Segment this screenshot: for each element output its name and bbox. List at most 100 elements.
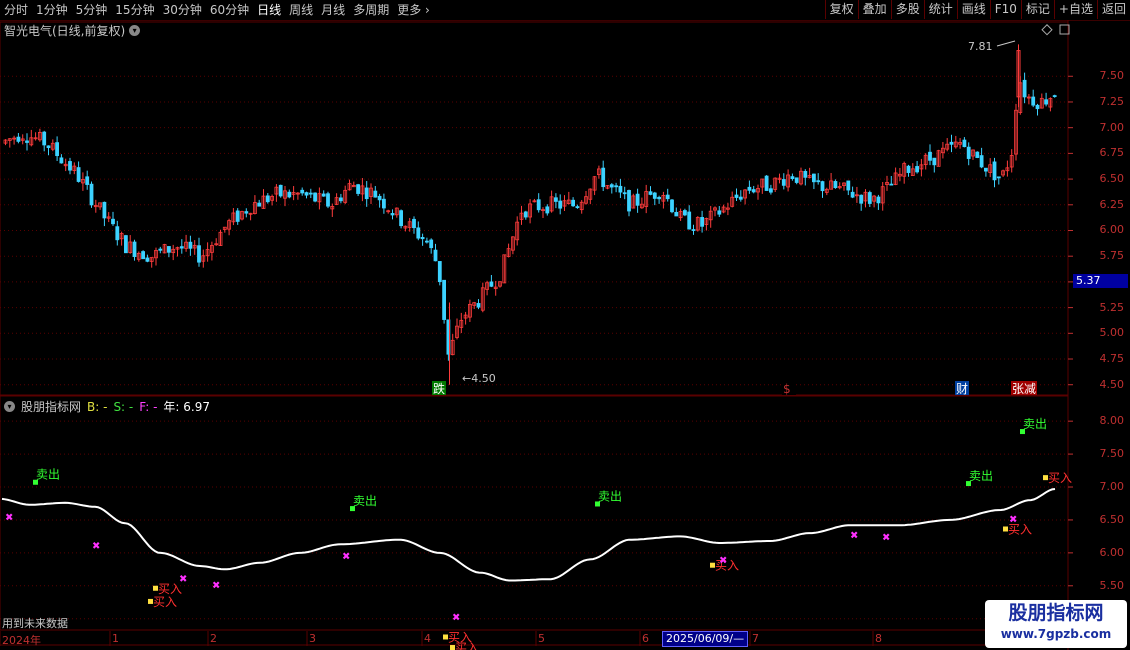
- candle-body: [356, 184, 361, 194]
- candle-body: [85, 176, 90, 185]
- candle-body: [287, 191, 292, 198]
- candle-body: [188, 241, 193, 249]
- candle-body: [304, 192, 309, 196]
- main-y-tick-3: 6.75: [1099, 146, 1125, 160]
- candle-body: [145, 257, 150, 262]
- chart-canvas[interactable]: 卖出卖出 卖出卖出卖出买入买入买入买入买入买入买入✖✖✖✖✖✖✖✖ ✖✖ 7.81←…: [0, 0, 1130, 650]
- x-label-3: 3: [309, 632, 316, 645]
- candle-body: [76, 167, 81, 182]
- future-data-note: 用到未来数据: [2, 617, 68, 630]
- watermark-title: 股朋指标网: [1008, 602, 1104, 624]
- candle-body: [102, 201, 107, 219]
- candle-body: [657, 196, 661, 200]
- candle-body: [420, 237, 425, 240]
- x-label-8: 8: [875, 632, 882, 645]
- candle-body: [197, 245, 201, 263]
- main-y-tick-7: 5.75: [1099, 249, 1125, 263]
- candle-body: [55, 142, 59, 157]
- candle-body: [700, 217, 704, 227]
- candle-body: [111, 218, 115, 225]
- candle-body: [575, 206, 580, 209]
- indicator-year-value: 年: 6.97: [163, 400, 210, 414]
- current-price-badge: 5.37: [1073, 274, 1128, 288]
- candle-body: [652, 192, 657, 199]
- candle-body: [867, 192, 872, 204]
- main-y-tick-10: 5.00: [1099, 326, 1125, 340]
- candle-body: [399, 210, 404, 227]
- candle-body: [734, 194, 739, 198]
- candle-body: [1035, 104, 1040, 110]
- indicator-b-value: B: -: [87, 399, 108, 414]
- buy-label: 买入: [153, 595, 177, 609]
- main-y-tick-1: 7.25: [1099, 94, 1125, 108]
- f-signal-mark: ✖: [342, 551, 350, 562]
- watermark-url: www.7gpzb.com: [1000, 627, 1112, 641]
- candle-body: [1031, 96, 1036, 106]
- candle-body: [437, 261, 442, 283]
- candle-body: [326, 193, 330, 207]
- main-y-tick-2: 7.00: [1099, 120, 1125, 134]
- candle-body: [313, 192, 318, 202]
- candle-body: [89, 183, 94, 206]
- watermark: 股朋指标网 www.7gpzb.com: [985, 600, 1127, 648]
- sell-label: 卖出: [969, 469, 993, 483]
- diamond-icon: [1041, 24, 1053, 36]
- stock-title[interactable]: 智光电气(日线,前复权) ▾: [4, 22, 141, 39]
- sell-label: 卖出: [598, 489, 622, 503]
- f-signal-mark: ✖: [719, 555, 727, 566]
- x-label-5: 5: [538, 632, 545, 645]
- candle-body: [674, 211, 679, 217]
- indicator-line: [1, 488, 1056, 582]
- buy-label: 买入: [455, 641, 479, 650]
- candle-body: [820, 181, 825, 192]
- candle-body: [614, 185, 618, 188]
- x-label-4: 4: [424, 632, 431, 645]
- indicator-f-value: F: -: [139, 399, 158, 414]
- candle-body: [554, 197, 558, 202]
- candle-body: [429, 239, 434, 249]
- main-frame: [0, 21, 1069, 396]
- candle-body: [558, 200, 563, 209]
- candle-body: [850, 191, 855, 198]
- candle-body: [966, 146, 971, 159]
- candle-body: [390, 213, 395, 216]
- chevron-down-icon[interactable]: ▾: [129, 25, 141, 36]
- low-price-label: ←4.50: [462, 372, 496, 385]
- main-y-tick-4: 6.50: [1099, 172, 1125, 186]
- candle-body: [859, 194, 864, 204]
- x-label-1: 1: [112, 632, 119, 645]
- candle-body: [442, 279, 447, 320]
- candle-body: [790, 176, 795, 179]
- candle-body: [536, 199, 541, 211]
- candle-body: [769, 188, 773, 193]
- candle-body: [235, 210, 240, 222]
- f-signal-mark: ✖: [1009, 515, 1017, 526]
- candle-body: [975, 151, 980, 158]
- candle-body: [833, 181, 838, 189]
- sell-label: 卖出: [1023, 417, 1047, 431]
- x-label-0: 2024年: [2, 634, 41, 647]
- candle-body: [979, 155, 984, 168]
- sell-label: 卖出: [36, 468, 60, 482]
- f-signal-mark: ✖: [452, 613, 460, 624]
- candle-body: [338, 197, 343, 202]
- candle-body: [1052, 95, 1057, 97]
- f-signal-mark: ✖: [92, 541, 100, 552]
- candle-body: [132, 241, 137, 257]
- candle-body: [489, 281, 494, 287]
- candle-body: [300, 189, 305, 194]
- high-price-arrow: [996, 40, 1016, 47]
- candle-body: [949, 141, 954, 145]
- candle-body: [42, 131, 47, 146]
- candle-body: [1044, 99, 1048, 105]
- candle-body: [571, 199, 575, 207]
- f-signal-mark: ✖: [212, 580, 220, 591]
- stock-title-text: 智光电气(日线,前复权): [4, 24, 126, 38]
- candle-body: [545, 206, 550, 214]
- chevron-down-icon[interactable]: ▾: [4, 401, 15, 412]
- candle-body: [278, 184, 283, 197]
- indicator-name[interactable]: 股朋指标网: [21, 398, 81, 415]
- x-label-2: 2: [210, 632, 217, 645]
- candle-body: [962, 139, 967, 148]
- candle-body: [648, 191, 653, 195]
